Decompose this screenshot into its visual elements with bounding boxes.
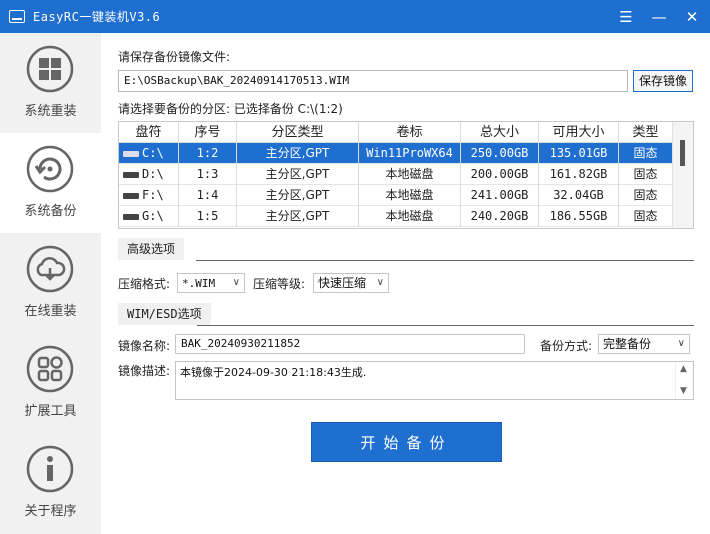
info-icon bbox=[26, 445, 74, 493]
cell-kind: 固态 bbox=[619, 143, 673, 164]
sidebar-item-label: 系统重装 bbox=[24, 104, 77, 119]
sidebar-item-tools[interactable]: 扩展工具 bbox=[0, 333, 101, 433]
cell-kind: 固态 bbox=[619, 185, 673, 206]
backup-mode-select[interactable]: 完整备份 ∨ bbox=[598, 334, 690, 354]
drive-icon bbox=[123, 213, 139, 220]
column-header: 总大小 bbox=[461, 122, 539, 143]
cell-drive: D:\ bbox=[142, 167, 164, 181]
backup-mode-value: 完整备份 bbox=[603, 337, 652, 351]
table-row[interactable]: G:\ 1:5 主分区,GPT 本地磁盘 240.20GB 186.55GB 固… bbox=[119, 206, 673, 227]
cell-ptype: 主分区,GPT bbox=[237, 143, 359, 164]
partition-table: 盘符 序号 分区类型 卷标 总大小 可用大小 类型 C:\ 1:2 主分区,GP… bbox=[118, 121, 694, 229]
cell-total: 240.20GB bbox=[461, 206, 539, 227]
backup-mode-label: 备份方式: bbox=[540, 339, 593, 353]
cell-index: 1:3 bbox=[179, 164, 237, 185]
minimize-button[interactable]: — bbox=[643, 0, 675, 33]
windows-logo-icon bbox=[26, 45, 74, 93]
table-row[interactable]: D:\ 1:3 主分区,GPT 本地磁盘 200.00GB 161.82GB 固… bbox=[119, 164, 673, 185]
image-name-input[interactable]: BAK_20240930211852 bbox=[175, 334, 525, 354]
cell-drive: C:\ bbox=[142, 146, 164, 160]
drive-icon bbox=[123, 150, 139, 157]
save-image-button[interactable]: 保存镜像 bbox=[633, 70, 693, 92]
sidebar-item-backup[interactable]: 系统备份 bbox=[0, 133, 101, 233]
compression-format-value: *.WIM bbox=[182, 277, 216, 290]
cell-volume: 本地磁盘 bbox=[359, 164, 461, 185]
cell-volume: 本地磁盘 bbox=[359, 185, 461, 206]
grid-tools-icon bbox=[26, 345, 74, 393]
scroll-up-icon[interactable]: ▲ bbox=[680, 364, 687, 374]
cell-free: 186.55GB bbox=[539, 206, 619, 227]
backup-path-input[interactable]: E:\OSBackup\BAK_20240914170513.WIM bbox=[118, 70, 628, 92]
chevron-down-icon: ∨ bbox=[376, 277, 384, 288]
cell-total: 250.00GB bbox=[461, 143, 539, 164]
partition-label: 请选择要备份的分区: 已选择备份 C:\(1:2) bbox=[118, 102, 343, 116]
table-row[interactable]: C:\ 1:2 主分区,GPT Win11ProWX64 250.00GB 13… bbox=[119, 143, 673, 164]
cell-volume: 本地磁盘 bbox=[359, 206, 461, 227]
cell-total: 200.00GB bbox=[461, 164, 539, 185]
cell-total: 241.00GB bbox=[461, 185, 539, 206]
description-scrollbar[interactable]: ▲ ▼ bbox=[675, 362, 693, 399]
app-logo-icon bbox=[9, 10, 25, 23]
drive-icon bbox=[123, 192, 139, 199]
cell-free: 135.01GB bbox=[539, 143, 619, 164]
title-bar: EasyRC一键装机V3.6 ☰ — ✕ bbox=[0, 0, 710, 33]
column-header: 序号 bbox=[179, 122, 237, 143]
backup-file-label: 请保存备份镜像文件: bbox=[118, 50, 231, 64]
table-row[interactable]: F:\ 1:4 主分区,GPT 本地磁盘 241.00GB 32.04GB 固态 bbox=[119, 185, 673, 206]
compression-level-label: 压缩等级: bbox=[253, 277, 306, 291]
cell-kind: 固态 bbox=[619, 164, 673, 185]
main-panel: 请保存备份镜像文件: E:\OSBackup\BAK_2024091417051… bbox=[101, 33, 710, 534]
cell-ptype: 主分区,GPT bbox=[237, 185, 359, 206]
scrollbar-thumb[interactable] bbox=[680, 140, 685, 166]
cell-drive: G:\ bbox=[142, 209, 164, 223]
cell-drive: F:\ bbox=[142, 188, 164, 202]
sidebar-item-label: 系统备份 bbox=[24, 204, 77, 219]
cell-ptype: 主分区,GPT bbox=[237, 164, 359, 185]
compression-level-value: 快速压缩 bbox=[318, 276, 367, 290]
cell-index: 1:5 bbox=[179, 206, 237, 227]
cell-free: 32.04GB bbox=[539, 185, 619, 206]
cell-ptype: 主分区,GPT bbox=[237, 206, 359, 227]
drive-icon bbox=[123, 171, 139, 178]
sidebar-item-label: 关于程序 bbox=[24, 504, 77, 519]
sidebar-item-label: 在线重装 bbox=[24, 304, 77, 319]
image-description-textarea[interactable]: 本镜像于2024-09-30 21:18:43生成. ▲ ▼ bbox=[175, 361, 694, 400]
table-scrollbar[interactable] bbox=[672, 122, 693, 228]
column-header: 可用大小 bbox=[539, 122, 619, 143]
cell-kind: 固态 bbox=[619, 206, 673, 227]
column-header: 盘符 bbox=[119, 122, 179, 143]
chevron-down-icon: ∨ bbox=[232, 277, 240, 288]
start-backup-button[interactable]: 开始备份 bbox=[311, 422, 502, 462]
compression-format-label: 压缩格式: bbox=[118, 277, 171, 291]
scroll-down-icon[interactable]: ▼ bbox=[680, 386, 687, 396]
backup-restore-icon bbox=[26, 145, 74, 193]
compression-level-select[interactable]: 快速压缩 ∨ bbox=[313, 273, 389, 293]
cell-free: 161.82GB bbox=[539, 164, 619, 185]
cell-volume: Win11ProWX64 bbox=[359, 143, 461, 164]
divider bbox=[196, 260, 694, 261]
tab-advanced-options[interactable]: 高级选项 bbox=[118, 238, 185, 260]
cell-index: 1:4 bbox=[179, 185, 237, 206]
tab-wim-esd-options[interactable]: WIM/ESD选项 bbox=[118, 303, 211, 325]
sidebar-item-reinstall[interactable]: 系统重装 bbox=[0, 33, 101, 133]
image-name-label: 镜像名称: bbox=[118, 339, 171, 353]
close-button[interactable]: ✕ bbox=[676, 0, 708, 33]
menu-icon[interactable]: ☰ bbox=[610, 0, 642, 33]
cell-index: 1:2 bbox=[179, 143, 237, 164]
cloud-download-icon bbox=[26, 245, 74, 293]
column-header: 卷标 bbox=[359, 122, 461, 143]
sidebar-item-online[interactable]: 在线重装 bbox=[0, 233, 101, 333]
image-description-label: 镜像描述: bbox=[118, 364, 171, 378]
sidebar: 系统重装 系统备份 在线重装 扩展工具 关于程序 bbox=[0, 33, 101, 534]
window-title: EasyRC一键装机V3.6 bbox=[33, 10, 161, 24]
sidebar-item-about[interactable]: 关于程序 bbox=[0, 433, 101, 533]
compression-format-select[interactable]: *.WIM ∨ bbox=[177, 273, 245, 293]
column-header: 分区类型 bbox=[237, 122, 359, 143]
image-description-value: 本镜像于2024-09-30 21:18:43生成. bbox=[180, 366, 367, 379]
sidebar-item-label: 扩展工具 bbox=[24, 404, 77, 419]
divider bbox=[197, 325, 694, 326]
chevron-down-icon: ∨ bbox=[677, 338, 685, 349]
column-header: 类型 bbox=[619, 122, 673, 143]
